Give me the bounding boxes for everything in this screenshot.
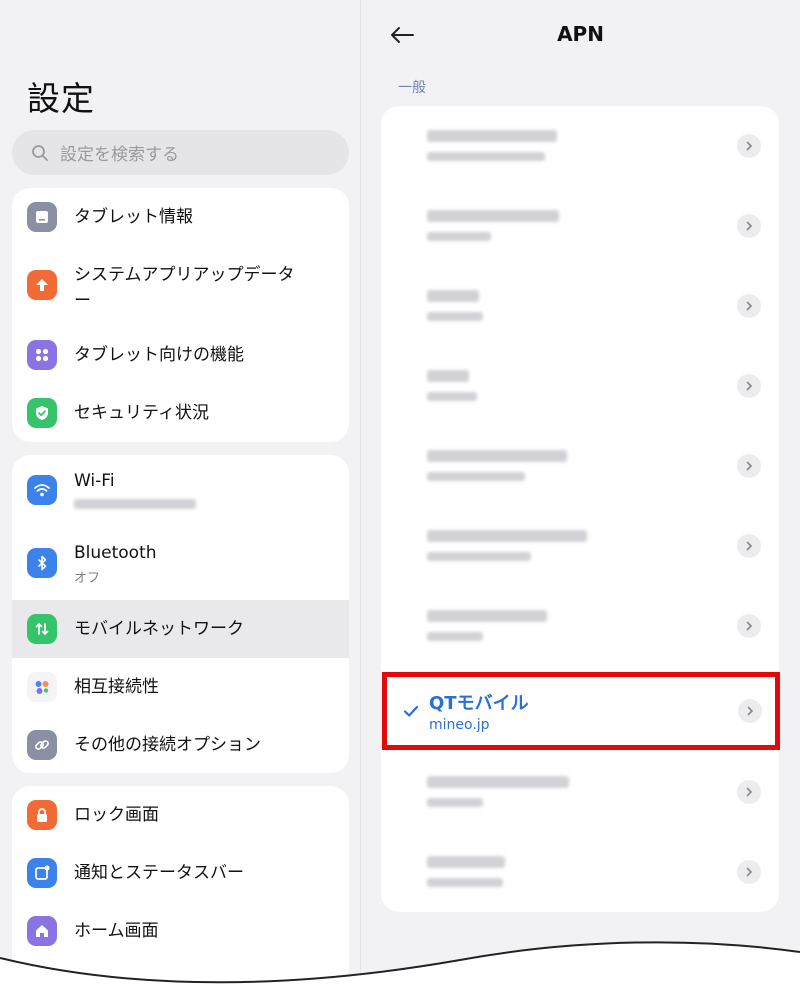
settings-item-sublabel: オフ	[74, 571, 101, 586]
tablet-icon	[27, 202, 57, 232]
apn-selected-name: QTモバイル	[429, 693, 529, 714]
apn-selected-value: mineo.jp	[429, 717, 490, 733]
apn-value-redacted	[427, 472, 525, 481]
grid-icon	[27, 340, 57, 370]
interconnect-icon	[27, 672, 57, 702]
apn-value-redacted	[427, 632, 483, 641]
search-placeholder: 設定を検索する	[60, 145, 179, 165]
apn-name-redacted	[427, 290, 479, 302]
apn-value-redacted	[427, 392, 477, 401]
settings-pane: 設定 設定を検索する タブレット情報 システムアプリアップデータ ー タブレット…	[0, 0, 361, 1000]
chevron-right-icon	[737, 534, 761, 558]
settings-item-system-app-update[interactable]: システムアプリアップデータ ー	[12, 254, 349, 326]
apn-list	[381, 106, 779, 912]
lock-icon	[27, 800, 57, 830]
apn-page-title: APN	[557, 22, 604, 46]
apn-list-item-redacted[interactable]	[381, 106, 779, 186]
apn-value-redacted	[427, 312, 483, 321]
settings-item-label: Bluetooth	[74, 543, 157, 563]
settings-item-notifications[interactable]: 通知とステータスバー	[12, 844, 349, 902]
wifi-icon	[27, 475, 57, 505]
settings-item-label: モバイルネットワーク	[74, 619, 244, 639]
apn-list-item-redacted[interactable]	[381, 506, 779, 586]
search-input[interactable]: 設定を検索する	[12, 130, 349, 175]
apn-name-redacted	[427, 610, 547, 622]
settings-item-security-status[interactable]: セキュリティ状況	[12, 384, 349, 442]
apn-name-redacted	[427, 776, 569, 788]
apn-value-redacted	[427, 798, 483, 807]
chevron-right-icon	[737, 374, 761, 398]
apn-name-redacted	[427, 450, 567, 462]
apn-value-redacted	[427, 552, 531, 561]
notification-icon	[27, 858, 57, 888]
chevron-right-icon	[737, 294, 761, 318]
arrow-up-icon	[27, 270, 57, 300]
apn-list-item-redacted[interactable]	[381, 586, 779, 666]
apn-list-item-redacted[interactable]	[381, 186, 779, 266]
apn-value-redacted	[427, 232, 491, 241]
chevron-right-icon	[738, 699, 762, 723]
settings-item-other-connections[interactable]: その他の接続オプション	[12, 716, 349, 773]
settings-item-label: 相互接続性	[74, 677, 159, 697]
chevron-right-icon	[737, 214, 761, 238]
page-title: 設定	[27, 79, 95, 118]
link-icon	[27, 730, 57, 760]
apn-name-redacted	[427, 210, 559, 222]
wavy-bottom-edge	[0, 941, 800, 1000]
search-icon	[32, 144, 48, 161]
settings-item-lock-screen[interactable]: ロック画面	[12, 786, 349, 844]
settings-item-wifi[interactable]: Wi-Fi	[12, 455, 349, 525]
settings-item-interconnectivity[interactable]: 相互接続性	[12, 658, 349, 716]
apn-list-item-redacted[interactable]	[381, 266, 779, 346]
settings-item-label: システムアプリアップデータ	[74, 265, 295, 285]
settings-item-label-wrap: ー	[74, 291, 91, 311]
apn-value-redacted	[427, 878, 503, 887]
apn-name-redacted	[427, 856, 505, 868]
wifi-network-name-redacted	[74, 499, 196, 509]
apn-list-item-selected[interactable]: QTモバイル mineo.jp	[382, 672, 780, 750]
chevron-right-icon	[737, 780, 761, 804]
settings-item-label: タブレット情報	[74, 207, 193, 227]
mobile-data-icon	[27, 614, 57, 644]
settings-group-connections: Wi-Fi Bluetooth オフ モバイルネットワーク 相互接続性 その他の…	[12, 455, 349, 773]
settings-item-mobile-network[interactable]: モバイルネットワーク	[12, 600, 349, 658]
settings-item-label: 通知とステータスバー	[74, 863, 244, 883]
settings-item-label: ロック画面	[74, 805, 159, 825]
section-label-general: 一般	[398, 80, 426, 96]
settings-item-label: タブレット向けの機能	[74, 345, 244, 365]
checkmark-icon	[403, 705, 419, 717]
apn-list-item-redacted[interactable]	[381, 346, 779, 426]
settings-item-bluetooth[interactable]: Bluetooth オフ	[12, 527, 349, 597]
apn-pane: APN 一般	[361, 0, 800, 1000]
chevron-right-icon	[737, 860, 761, 884]
shield-check-icon	[27, 398, 57, 428]
chevron-right-icon	[737, 454, 761, 478]
settings-group-device: タブレット情報 システムアプリアップデータ ー タブレット向けの機能 セキュリテ…	[12, 188, 349, 442]
settings-item-tablet-features[interactable]: タブレット向けの機能	[12, 326, 349, 384]
settings-item-tablet-info[interactable]: タブレット情報	[12, 188, 349, 246]
chevron-right-icon	[737, 614, 761, 638]
settings-item-label: Wi-Fi	[74, 471, 115, 491]
settings-item-label: セキュリティ状況	[74, 403, 209, 423]
apn-name-redacted	[427, 130, 557, 142]
apn-list-item-redacted[interactable]	[381, 752, 779, 832]
apn-list-item-redacted[interactable]	[381, 426, 779, 506]
chevron-right-icon	[737, 134, 761, 158]
settings-item-label: その他の接続オプション	[74, 735, 261, 755]
apn-value-redacted	[427, 152, 545, 161]
apn-name-redacted	[427, 530, 587, 542]
bluetooth-icon	[27, 548, 57, 578]
apn-name-redacted	[427, 370, 469, 382]
apn-list-item-redacted[interactable]	[381, 832, 779, 912]
